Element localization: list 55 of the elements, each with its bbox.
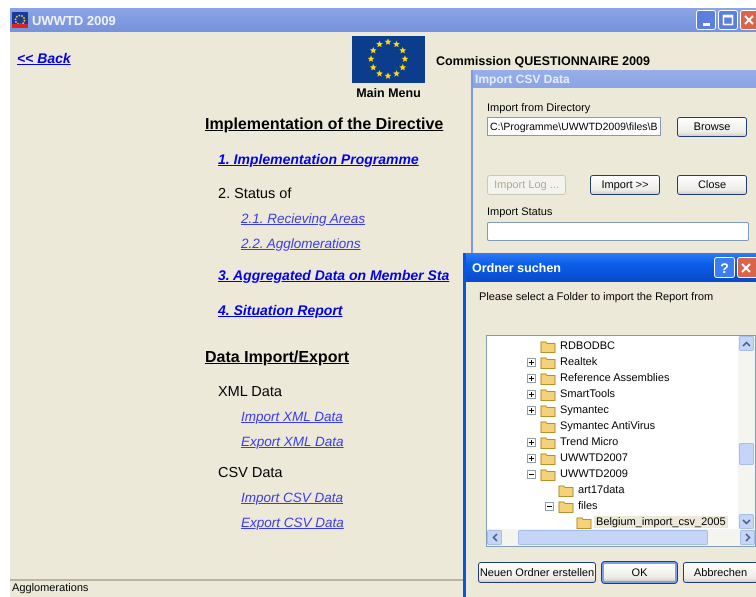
folder-name: UWWTD2007 xyxy=(559,452,629,464)
dialog-button[interactable]: Import >> xyxy=(590,175,660,195)
section-heading: Implementation of the Directive xyxy=(205,116,444,134)
header-title: Commission QUESTIONNAIRE 2009 xyxy=(436,54,650,68)
folder-item[interactable]: SmartTools xyxy=(527,386,618,402)
section-heading: Data Import/Export xyxy=(205,349,350,367)
folder-name: files xyxy=(577,500,599,512)
menu-link[interactable]: 1. Implementation Programme xyxy=(218,151,419,167)
browse-button[interactable]: Browse xyxy=(677,117,747,137)
menu-link[interactable]: Import XML Data xyxy=(241,409,343,424)
folder-item[interactable]: Symantec xyxy=(527,402,611,418)
folder-item[interactable]: Trend Micro xyxy=(527,434,620,450)
menu-link[interactable]: 2.1. Recieving Areas xyxy=(241,211,366,226)
folder-item[interactable]: UWWTD2009 xyxy=(527,466,630,482)
folder-name: Realtek xyxy=(559,356,598,368)
menu-link[interactable]: 3. Aggregated Data on Member Sta xyxy=(218,267,450,283)
folder-item[interactable]: Belgium_import_csv_2005 xyxy=(563,514,728,530)
folder-item[interactable]: UWWTD2007 xyxy=(527,450,630,466)
folder-item[interactable]: art17data xyxy=(545,482,626,498)
dialog-button[interactable]: Close xyxy=(677,175,747,195)
menu-link[interactable]: Import CSV Data xyxy=(241,490,344,505)
field-label: Import from Directory xyxy=(487,102,590,114)
folder-name: Reference Assemblies xyxy=(559,372,670,384)
folder-item[interactable]: Symantec AntiVirus xyxy=(527,418,658,434)
folder-item[interactable]: files xyxy=(545,498,600,514)
dialog-button[interactable]: Abbrechen xyxy=(683,562,756,583)
folder-name: Symantec xyxy=(559,404,610,416)
folder-name: SmartTools xyxy=(559,388,616,400)
dialog-button[interactable]: OK xyxy=(602,562,677,583)
menu-link[interactable]: Export CSV Data xyxy=(241,515,344,530)
prompt-text: Please select a Folder to import the Report from xyxy=(479,291,714,303)
window-title: UWWTD 2009 xyxy=(32,12,116,28)
folder-name: art17data xyxy=(577,484,626,496)
folder-item[interactable]: Realtek xyxy=(527,354,600,370)
menu-link[interactable]: 4. Situation Report xyxy=(218,302,342,318)
back-link[interactable]: << Back xyxy=(17,50,352,66)
group-label: 2. Status of xyxy=(218,186,292,202)
dialog-button[interactable]: Neuen Ordner erstellen xyxy=(478,562,596,583)
folder-name: Belgium_import_csv_2005 xyxy=(594,516,728,528)
group-label: CSV Data xyxy=(218,465,282,481)
logo-caption: Main Menu xyxy=(356,86,421,100)
folder-item[interactable]: Reference Assemblies xyxy=(527,370,672,386)
folder-name: Symantec AntiVirus xyxy=(559,420,656,432)
menu-link[interactable]: Export XML Data xyxy=(241,434,344,449)
directory-field[interactable]: C:\Programme\UWWTD2009\files\B xyxy=(487,117,661,136)
field-label: Import Status xyxy=(487,206,552,218)
menu-link[interactable]: 2.2. Agglomerations xyxy=(241,236,361,251)
help-button[interactable]: ? xyxy=(714,257,735,278)
folder-name: RDBODBC xyxy=(559,340,616,352)
folder-name: UWWTD2009 xyxy=(559,468,629,480)
dialog-title: Import CSV Data xyxy=(475,72,570,86)
dialog-title: Ordner suchen xyxy=(472,260,561,274)
folder-item[interactable]: RDBODBC xyxy=(527,338,618,354)
group-label: XML Data xyxy=(218,384,282,400)
folder-name: Trend Micro xyxy=(559,436,620,448)
